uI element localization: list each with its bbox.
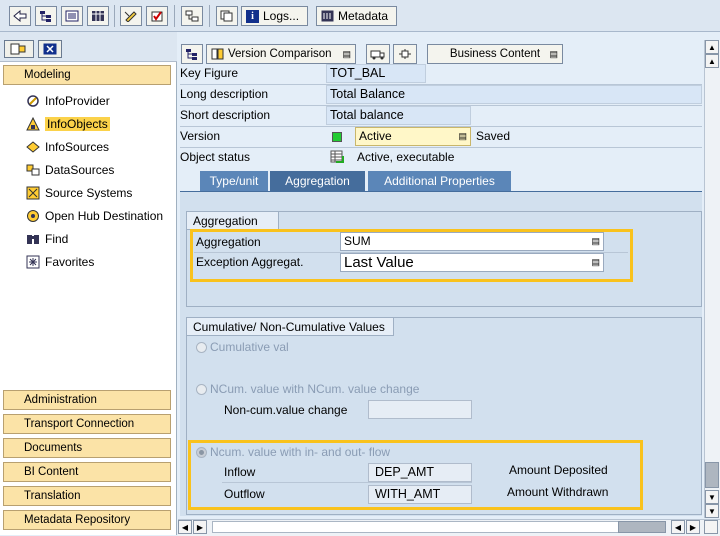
business-content-button[interactable]: Business Content ▤ [427,44,563,64]
version-value: Active [359,129,392,143]
scroll-left-icon[interactable]: ◀ [178,520,192,534]
nav-item-infosources[interactable]: InfoSources [26,138,109,156]
logs-button[interactable]: i Logs... [241,6,308,26]
tab-aggregation[interactable]: Aggregation [270,171,365,191]
version-comparison-button[interactable]: Version Comparison ▤ [206,44,356,64]
nav-item-datasources[interactable]: DataSources [26,161,114,179]
edit-pencil-icon[interactable] [120,6,142,26]
scroll-left-icon[interactable]: ◀ [671,520,685,534]
navigation-toolbar [0,32,177,62]
toolbar-separator [114,5,115,27]
infoprovider-icon [26,94,40,108]
toolbar-separator [209,5,210,27]
metadata-icon [321,10,334,22]
scroll-down-icon[interactable]: ▼ [705,490,719,504]
business-content-label: Business Content [449,48,541,60]
info-icon: i [246,9,259,23]
activate-icon[interactable] [146,6,168,26]
nav-item-open-hub[interactable]: Open Hub Destination [26,207,163,225]
binoculars-icon [26,232,40,246]
cumulative-option-label: Cumulative val [210,340,289,354]
back-icon[interactable] [9,6,31,26]
dropdown-icon: ▤ [458,131,467,141]
horizontal-scroll-thumb[interactable] [618,521,666,533]
transport-truck-icon[interactable] [366,44,390,64]
bi-content-section[interactable]: BI Content [3,462,171,482]
nav-item-source-systems[interactable]: Source Systems [26,184,132,202]
long-description-value: Total Balance [326,85,702,104]
highlight-box [188,440,643,510]
logs-label: Logs... [263,9,300,23]
hierarchy-icon[interactable] [181,44,203,64]
dropdown-icon: ▤ [549,48,558,59]
executable-status-icon [330,150,344,164]
list-icon[interactable] [61,6,83,26]
scroll-bottom-icon[interactable]: ▼ [705,504,719,518]
scroll-right-icon[interactable]: ▶ [686,520,700,534]
short-description-value: Total balance [326,106,471,125]
copy-icon[interactable] [216,6,238,26]
long-description-label: Long description [180,87,269,101]
nav-item-infoprovider[interactable]: InfoProvider [26,92,110,110]
version-comparison-label: Version Comparison [228,48,332,60]
version-label: Version [180,129,221,143]
nav-item-favorites[interactable]: Favorites [26,253,94,271]
version-saved-text: Saved [476,129,511,143]
compare-icon [211,48,224,60]
cumulative-radio[interactable] [196,342,207,353]
application-toolbar: i Logs... Metadata [0,0,720,32]
object-status-label: Object status [180,150,251,164]
metadata-label: Metadata [338,9,389,23]
key-figure-label: Key Figure [180,66,239,80]
cumulative-group-title: Cumulative/ Non-Cumulative Values [187,318,394,336]
scroll-right-icon[interactable]: ▶ [193,520,207,534]
toolbar-separator [174,5,175,27]
noncum-change-input[interactable] [368,400,472,419]
close-icon[interactable] [38,40,62,58]
vertical-scroll-thumb[interactable] [705,462,719,488]
administration-section[interactable]: Administration [3,390,171,410]
aggregation-group-title: Aggregation [187,212,279,230]
where-used-icon[interactable] [181,6,203,26]
ncum-change-option-label: NCum. value with NCum. value change [210,382,420,396]
infosources-icon [26,140,40,154]
network-icon[interactable] [393,44,417,64]
scroll-top-icon[interactable]: ▲ [705,40,719,54]
infoobjects-icon [26,117,40,131]
favorites-icon [26,255,40,269]
short-description-label: Short description [180,108,271,122]
datasources-icon [26,163,40,177]
status-light-icon [332,132,342,142]
metadata-repository-section[interactable]: Metadata Repository [3,510,171,530]
source-systems-icon [26,186,40,200]
nav-item-infoobjects[interactable]: InfoObjects [26,115,110,133]
tab-additional-properties[interactable]: Additional Properties [368,171,511,191]
highlight-box [190,229,633,282]
version-dropdown[interactable]: Active ▤ [355,127,471,146]
tab-type-unit[interactable]: Type/unit [200,171,268,191]
documents-section[interactable]: Documents [3,438,171,458]
transport-connection-section[interactable]: Transport Connection [3,414,171,434]
vertical-scrollbar[interactable] [704,40,720,518]
dropdown-icon: ▤ [342,48,351,59]
horizontal-scroll-track[interactable] [212,521,666,533]
hierarchy-icon[interactable] [35,6,57,26]
modeling-section[interactable]: Modeling [3,65,171,85]
object-status-value: Active, executable [357,150,455,164]
table-icon[interactable] [87,6,109,26]
open-hub-icon [26,209,40,223]
translation-section[interactable]: Translation [3,486,171,506]
ncum-change-radio[interactable] [196,384,207,395]
metadata-button[interactable]: Metadata [316,6,397,26]
key-figure-value: TOT_BAL [326,64,426,83]
tree-display-icon[interactable] [4,40,34,58]
nav-item-find[interactable]: Find [26,230,68,248]
noncum-change-label: Non-cum.value change [224,403,348,417]
scroll-corner [704,520,718,534]
scroll-up-icon[interactable]: ▲ [705,54,719,68]
